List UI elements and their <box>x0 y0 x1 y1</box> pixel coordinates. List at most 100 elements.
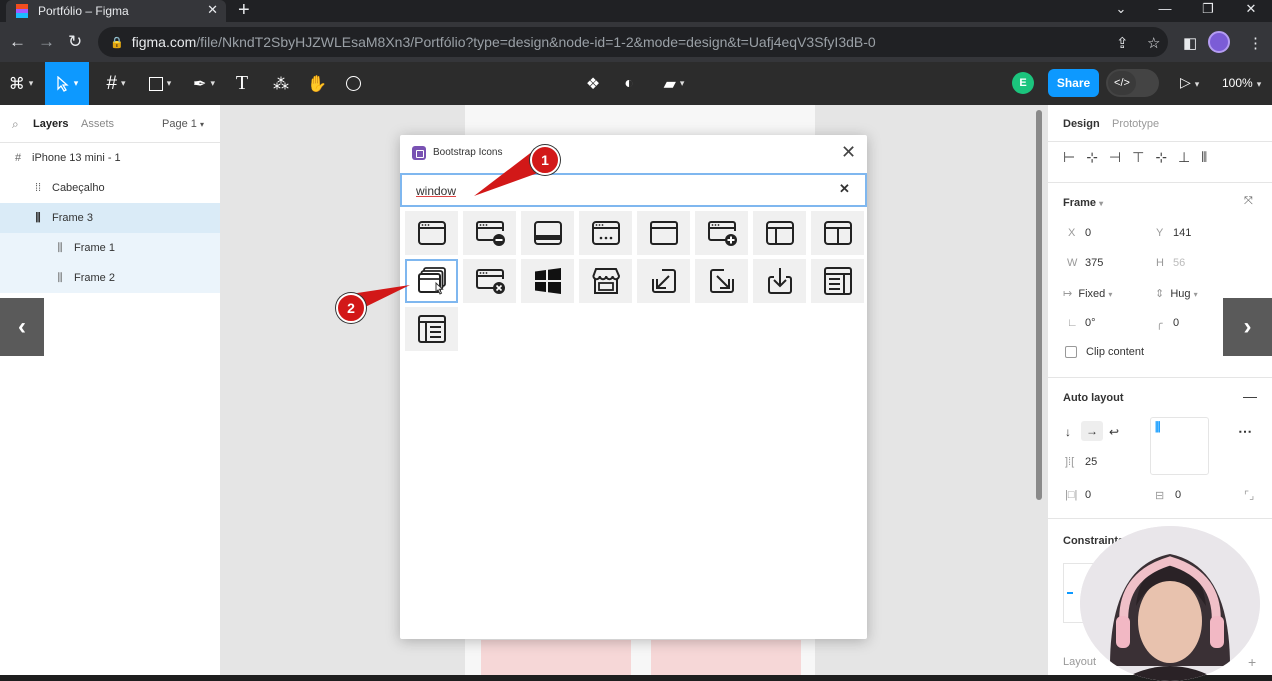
tab-assets[interactable]: Assets <box>81 118 114 130</box>
share-button[interactable]: Share <box>1048 69 1099 97</box>
url-input[interactable]: 🔒 figma.com /file/NkndT2SbyHJZWLEsaM8Xn3… <box>98 27 1168 57</box>
profile-avatar[interactable] <box>1208 31 1230 53</box>
layer-row[interactable]: # iPhone 13 mini - 1 <box>0 143 220 173</box>
previous-slide-arrow[interactable]: ‹ <box>0 298 44 356</box>
add-layout-grid-icon[interactable]: + <box>1248 654 1256 670</box>
minimize-button[interactable]: — <box>1150 0 1180 18</box>
present-button[interactable]: ▷ ▾ <box>1180 74 1199 91</box>
reload-icon[interactable]: ↻ <box>68 32 82 52</box>
hand-tool-button[interactable]: ✋ <box>302 62 332 105</box>
frame-2-block[interactable] <box>651 640 801 675</box>
search-clear-button[interactable]: ✕ <box>839 181 850 197</box>
zoom-menu[interactable]: 100% ▾ <box>1222 76 1261 90</box>
dialog-title: Bootstrap Icons <box>433 147 503 158</box>
window-stack-icon[interactable] <box>405 259 458 303</box>
remove-auto-layout-button[interactable]: — <box>1243 388 1257 404</box>
more-options-icon[interactable]: ⋯ <box>1238 423 1252 440</box>
browser-menu-icon[interactable]: ⋮ <box>1248 34 1263 52</box>
tab-prototype[interactable]: Prototype <box>1112 118 1159 130</box>
window-close-button[interactable]: ✕ <box>1236 0 1266 18</box>
corner-radius-icon: ╭ <box>1156 318 1163 330</box>
direction-down-icon[interactable]: ↓ <box>1065 425 1071 439</box>
pen-tool-button[interactable]: ✒ ▾ <box>184 62 224 105</box>
window-sidebar-icon[interactable] <box>753 211 806 255</box>
page-selector[interactable]: Page 1 ▾ <box>162 118 204 130</box>
gap-input[interactable]: 25 <box>1085 456 1097 468</box>
layer-row[interactable]: ⫼ Frame 1 <box>0 233 220 263</box>
component-button[interactable]: ❖ <box>578 62 608 105</box>
window-dash-icon[interactable] <box>463 211 516 255</box>
frame-1-block[interactable] <box>481 640 631 675</box>
window-x-icon[interactable] <box>463 259 516 303</box>
tab-close-button[interactable]: ✕ <box>207 2 218 18</box>
canvas-scrollbar[interactable] <box>1036 110 1042 500</box>
left-panel-tabs: ⌕ Layers Assets Page 1 ▾ <box>0 105 220 143</box>
window-fullscreen-icon[interactable] <box>637 211 690 255</box>
next-slide-arrow[interactable]: › <box>1223 298 1272 356</box>
clip-content-checkbox[interactable] <box>1065 346 1077 358</box>
window-split-icon[interactable] <box>811 211 864 255</box>
shape-tool-button[interactable]: ▾ <box>140 62 180 105</box>
x-input[interactable]: 0 <box>1085 227 1091 239</box>
mask-button[interactable]: ◐ <box>614 62 644 105</box>
dialog-close-button[interactable]: ✕ <box>841 143 856 161</box>
text-tool-button[interactable]: T <box>226 62 258 105</box>
alignment-grid[interactable]: ⫼ <box>1150 417 1209 475</box>
w-input[interactable]: 375 <box>1085 257 1103 269</box>
rotation-input[interactable]: 0° <box>1085 317 1096 329</box>
wrap-icon[interactable]: ↩ <box>1109 425 1119 439</box>
individual-padding-icon[interactable]: ⌜⌟ <box>1244 489 1254 502</box>
window-dock-icon[interactable] <box>521 211 574 255</box>
user-avatar[interactable]: E <box>1012 72 1034 94</box>
radius-input[interactable]: 0 <box>1173 317 1179 329</box>
frame-section-label[interactable]: Frame ▾ <box>1063 197 1103 209</box>
layout-text-window-reverse-icon[interactable] <box>405 307 458 351</box>
move-tool-button[interactable]: ▾ <box>45 62 89 105</box>
boolean-button[interactable]: ▰ ▾ <box>654 62 694 105</box>
layout-grid-label: Layout <box>1063 656 1097 668</box>
tab-layers[interactable]: Layers <box>33 118 68 130</box>
layer-row[interactable]: ⁞⁞ Cabeçalho <box>0 173 220 203</box>
bookmark-star-icon[interactable]: ☆ <box>1147 34 1160 52</box>
alignment-toolbar[interactable]: ⊢⊹⊣⊤⊹⊥⫴ <box>1063 149 1218 166</box>
icon-search-input[interactable] <box>416 182 816 200</box>
window-icon[interactable] <box>405 211 458 255</box>
box-arrow-in-down-left-icon[interactable] <box>637 259 690 303</box>
resize-to-fit-icon[interactable]: ⤧ <box>1244 195 1253 208</box>
frame-hash-icon: # <box>106 72 118 94</box>
direction-right-icon[interactable]: → <box>1081 421 1103 441</box>
resources-tool-button[interactable]: ⁂ <box>266 62 296 105</box>
tab-design[interactable]: Design <box>1063 118 1100 130</box>
shop-window-icon[interactable] <box>579 259 632 303</box>
box-arrow-in-down-icon[interactable] <box>753 259 806 303</box>
step-marker-2: 2 <box>336 293 366 323</box>
restore-button[interactable]: ❐ <box>1193 0 1223 18</box>
forward-arrow-icon[interactable]: → <box>38 32 55 52</box>
share-page-icon[interactable]: ⇪ <box>1116 34 1129 52</box>
tab-search-icon[interactable]: ⌄ <box>1106 0 1136 18</box>
width-mode-select[interactable]: ↦ Fixed ▾ <box>1063 287 1112 300</box>
main-menu-button[interactable]: ⌘ ▾ <box>0 62 42 105</box>
dev-mode-toggle[interactable]: </> <box>1106 69 1159 97</box>
comment-tool-button[interactable] <box>338 62 368 105</box>
w-label: W <box>1067 257 1078 269</box>
height-mode-select[interactable]: ⇕ Hug ▾ <box>1155 287 1198 300</box>
windows-logo-icon[interactable] <box>521 259 574 303</box>
side-panel-icon[interactable]: ◧ <box>1183 34 1197 52</box>
h-input[interactable]: 56 <box>1173 257 1185 269</box>
padding-v-input[interactable]: 0 <box>1175 489 1181 501</box>
window-stack-dots-icon[interactable] <box>579 211 632 255</box>
y-input[interactable]: 141 <box>1173 227 1191 239</box>
browser-tab[interactable]: Portfólio – Figma ✕ <box>6 0 226 22</box>
frame-tool-button[interactable]: # ▾ <box>96 62 136 105</box>
box-arrow-in-down-right-icon[interactable] <box>695 259 748 303</box>
layer-row[interactable]: ⫼ Frame 2 <box>0 263 220 293</box>
padding-h-input[interactable]: 0 <box>1085 489 1091 501</box>
search-icon[interactable]: ⌕ <box>12 117 19 132</box>
new-tab-button[interactable]: + <box>238 0 250 22</box>
window-plus-icon[interactable] <box>695 211 748 255</box>
vertical-resize-icon: ⇕ <box>1155 288 1165 300</box>
layout-text-window-icon[interactable] <box>811 259 864 303</box>
back-arrow-icon[interactable]: ← <box>9 32 26 52</box>
layer-row-selected[interactable]: ⫼ Frame 3 <box>0 203 220 233</box>
